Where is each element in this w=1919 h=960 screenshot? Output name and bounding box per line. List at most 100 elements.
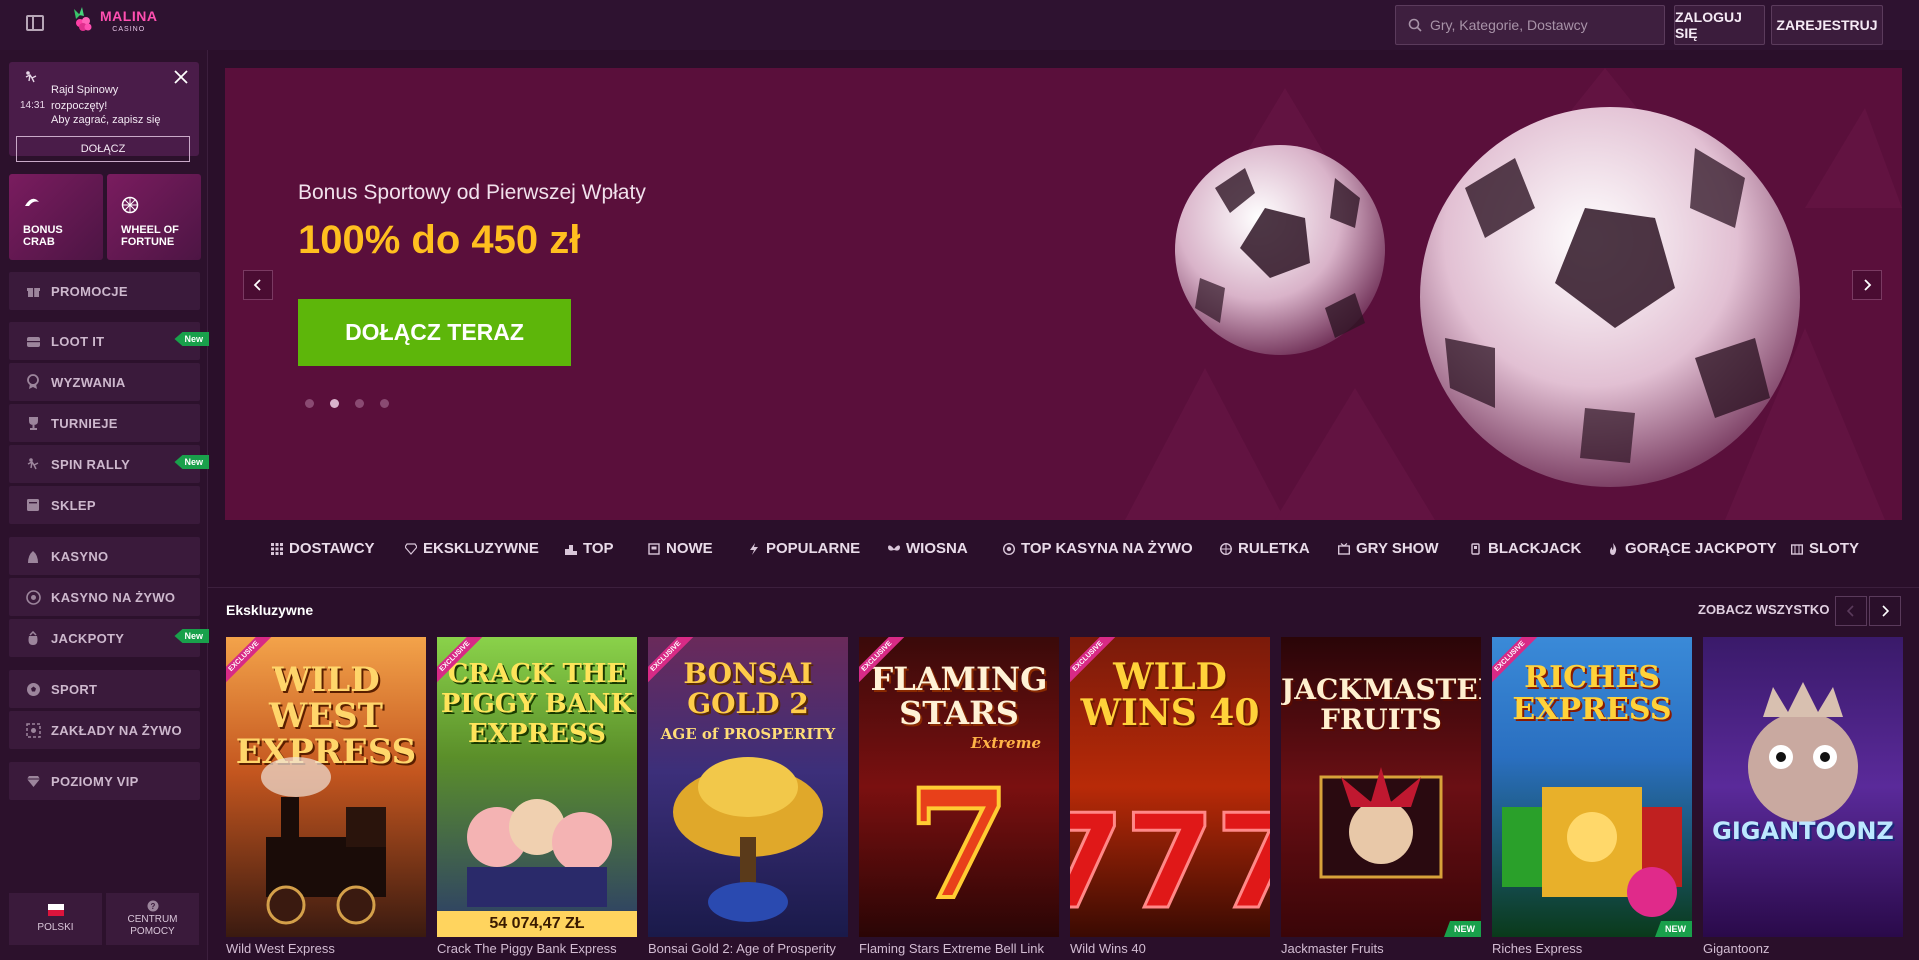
game-name[interactable]: Jackmaster Fruits xyxy=(1281,941,1481,956)
carousel-prev-button[interactable] xyxy=(1835,596,1867,626)
raspberry-logo-icon xyxy=(74,7,92,31)
podium-icon xyxy=(565,544,577,555)
svg-text:777: 777 xyxy=(1070,786,1270,937)
search-box[interactable] xyxy=(1395,5,1665,45)
bonus-crab-tile[interactable]: BONUS CRAB xyxy=(9,174,103,260)
carousel-next-button[interactable] xyxy=(1869,596,1901,626)
sidebar-item-label: ZAKŁADY NA ŻYWO xyxy=(51,722,182,738)
category-top[interactable]: TOP xyxy=(565,540,614,557)
game-card-gigantoonz[interactable]: GIGANTOONZ xyxy=(1703,637,1903,937)
flame-icon xyxy=(1610,542,1617,555)
slot-icon xyxy=(1791,543,1803,555)
language-selector[interactable]: POLSKI xyxy=(9,893,102,945)
category-label: DOSTAWCY xyxy=(289,540,375,557)
game-card-riches-express[interactable]: RICHES EXPRESS EXCLUSIVE NEW xyxy=(1492,637,1692,937)
search-input[interactable] xyxy=(1430,17,1650,33)
hero-banner[interactable]: Bonus Sportowy od Pierwszej Wpłaty 100% … xyxy=(225,68,1902,520)
game-name[interactable]: Wild Wins 40 xyxy=(1070,941,1270,956)
sidebar-item-loot-it[interactable]: LOOT IT New xyxy=(9,322,209,360)
sidebar-item-kasyno-na-zywo[interactable]: KASYNO NA ŻYWO xyxy=(9,578,200,616)
game-card-wild-west-express[interactable]: WILD WEST EXPRESS EXCLUSIVE xyxy=(226,637,426,937)
game-card-crack-the-piggy-bank-express[interactable]: CRACK THE PIGGY BANK EXPRESS 54 074,47 Z… xyxy=(437,637,637,937)
slide-dot[interactable] xyxy=(380,399,389,408)
ball-icon xyxy=(25,681,41,697)
help-center-button[interactable]: ? CENTRUM POMOCY xyxy=(106,893,199,945)
notification-time: 14:31 xyxy=(20,100,46,111)
slide-dot-active[interactable] xyxy=(330,399,339,408)
game-name[interactable]: Wild West Express xyxy=(226,941,426,956)
game-card-flaming-stars-extreme[interactable]: FLAMING STARS Extreme 7 EXCLUSIVE xyxy=(859,637,1059,937)
triple-seven-illustration: 777 xyxy=(1070,785,1270,938)
category-gry-show[interactable]: GRY SHOW xyxy=(1338,540,1439,557)
small-soccer-ball xyxy=(1175,145,1385,355)
tile-label-line1: WHEEL OF xyxy=(121,224,179,236)
chevron-right-icon xyxy=(1882,605,1889,617)
sidebar-item-zaklady-na-zywo[interactable]: ZAKŁADY NA ŻYWO xyxy=(9,711,200,749)
game-name[interactable]: Crack The Piggy Bank Express xyxy=(437,941,637,956)
sidebar-item-spin-rally[interactable]: SPIN RALLY New xyxy=(9,445,209,483)
banner-next-button[interactable] xyxy=(1852,270,1882,300)
notification-card: 14:31 Rajd Spinowy rozpoczęty! Aby zagra… xyxy=(9,62,199,162)
category-top-kasyna-na-zywo[interactable]: TOP KASYNA NA ŻYWO xyxy=(1003,540,1193,557)
sidebar-item-jackpoty[interactable]: JACKPOTY New xyxy=(9,619,209,657)
sidebar-item-sport[interactable]: SPORT xyxy=(9,670,200,708)
spin-rally-icon xyxy=(25,71,37,83)
game-name[interactable]: Riches Express xyxy=(1492,941,1692,956)
sidebar-item-turnieje[interactable]: TURNIEJE xyxy=(9,404,200,442)
category-label: WIOSNA xyxy=(906,540,968,557)
sidebar-item-label: SPIN RALLY xyxy=(51,456,131,472)
live-casino-icon xyxy=(25,589,41,605)
register-button[interactable]: ZAREJESTRUJ xyxy=(1771,5,1883,45)
game-art-title: GIGANTOONZ xyxy=(1712,817,1894,845)
category-ruletka[interactable]: RULETKA xyxy=(1220,540,1310,557)
join-button[interactable]: DOŁĄCZ xyxy=(16,136,190,162)
tile-label-line2: FORTUNE xyxy=(121,236,175,248)
category-wiosna[interactable]: WIOSNA xyxy=(888,540,968,557)
game-card-bonsai-gold-2[interactable]: BONSAI GOLD 2 AGE of PROSPERITY EXCLUSIV… xyxy=(648,637,848,937)
sidebar-item-wyzwania[interactable]: WYZWANIA xyxy=(9,363,200,401)
sidebar-item-poziomy-vip[interactable]: POZIOMY VIP xyxy=(9,762,200,800)
category-label: GRY SHOW xyxy=(1356,540,1439,557)
category-dostawcy[interactable]: DOSTAWCY xyxy=(271,540,375,557)
game-card-wild-wins-40[interactable]: WILD WINS 40 777 EXCLUSIVE xyxy=(1070,637,1270,937)
bolt-icon xyxy=(750,542,758,555)
new-game-badge: NEW xyxy=(1655,921,1692,937)
slide-dot[interactable] xyxy=(355,399,364,408)
jackpot-icon xyxy=(25,630,41,646)
category-label: RULETKA xyxy=(1238,540,1310,557)
sidebar-item-kasyno[interactable]: KASYNO xyxy=(9,537,200,575)
logo[interactable]: MALINA CASINO xyxy=(70,7,157,33)
new-badge: New xyxy=(174,455,209,469)
see-all-link[interactable]: ZOBACZ WSZYSTKO xyxy=(1698,602,1829,617)
notification-text: Aby zagrać, zapisz się xyxy=(51,114,161,126)
game-name[interactable]: Gigantoonz xyxy=(1703,941,1903,956)
help-label: CENTRUM POMOCY xyxy=(128,914,178,938)
category-bar: DOSTAWCY EKSKLUZYWNE TOP NOWE POPULARNE … xyxy=(225,528,1902,572)
notification-title: Rajd Spinowy rozpoczęty! xyxy=(51,84,119,112)
tile-label-line1: BONUS xyxy=(23,224,63,236)
section-divider xyxy=(208,587,1919,588)
login-button[interactable]: ZALOGUJ SIĘ xyxy=(1674,5,1765,45)
banner-prev-button[interactable] xyxy=(243,270,273,300)
medal-icon xyxy=(25,374,41,390)
banner-title: 100% do 450 zł xyxy=(298,218,581,262)
sidebar-toggle-icon[interactable] xyxy=(26,15,44,31)
category-popularne[interactable]: POPULARNE xyxy=(748,540,860,557)
wheel-of-fortune-tile[interactable]: WHEEL OF FORTUNE xyxy=(107,174,201,260)
category-nowe[interactable]: NOWE xyxy=(648,540,713,557)
game-card-jackmaster-fruits[interactable]: JACKMASTER FRUITS NEW xyxy=(1281,637,1481,937)
slide-dot[interactable] xyxy=(305,399,314,408)
sidebar-item-sklep[interactable]: SKLEP xyxy=(9,486,200,524)
show-icon xyxy=(1338,542,1350,555)
language-label: POLSKI xyxy=(37,922,74,933)
sidebar-item-promocje[interactable]: PROMOCJE xyxy=(9,272,200,310)
category-ekskluzywne[interactable]: EKSKLUZYWNE xyxy=(405,540,539,557)
category-blackjack[interactable]: BLACKJACK xyxy=(1470,540,1581,557)
sidebar-item-label: KASYNO xyxy=(51,548,109,564)
category-gorace-jackpoty[interactable]: GORĄCE JACKPOTY xyxy=(1607,540,1777,557)
join-now-button[interactable]: DOŁĄCZ TERAZ xyxy=(298,299,571,366)
game-name[interactable]: Bonsai Gold 2: Age of Prosperity xyxy=(648,941,848,956)
game-name[interactable]: Flaming Stars Extreme Bell Link xyxy=(859,941,1059,956)
category-sloty[interactable]: SLOTY xyxy=(1791,540,1859,557)
close-icon[interactable] xyxy=(172,68,190,86)
